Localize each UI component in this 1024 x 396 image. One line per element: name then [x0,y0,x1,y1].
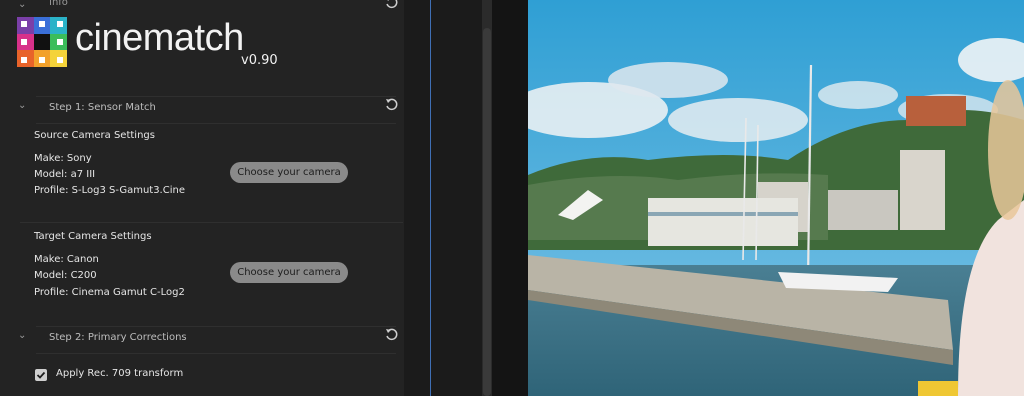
panel-divider [492,0,528,396]
step2-title: Step 2: Primary Corrections [49,332,187,343]
target-make: Make: Canon [34,254,99,265]
logo-text-bold: match [142,17,244,59]
reset-icon[interactable] [385,328,399,342]
chevron-down-icon[interactable]: ⌄ [18,0,28,10]
version-label: v0.90 [241,53,278,68]
source-model: Model: a7 III [34,169,96,180]
program-monitor-preview[interactable] [528,0,1024,396]
rec709-label: Apply Rec. 709 transform [56,368,184,379]
rec709-checkbox[interactable] [35,369,47,381]
source-settings-heading: Source Camera Settings [34,130,155,141]
choose-target-camera-button[interactable]: Choose your camera [230,262,348,283]
source-make: Make: Sony [34,153,92,164]
reset-icon[interactable] [385,98,399,112]
checkmark-icon [36,371,46,379]
scrollbar-thumb[interactable] [483,28,491,396]
chevron-down-icon[interactable]: ⌄ [18,101,28,111]
source-profile: Profile: S-Log3 S-Gamut3.Cine [34,185,185,196]
reset-icon[interactable] [385,0,399,10]
effect-controls-panel: ⌄ Info cinematch v0.90 ⌄ Step 1: Sensor … [0,0,404,396]
target-settings-heading: Target Camera Settings [34,231,152,242]
target-model: Model: C200 [34,270,97,281]
playhead-line[interactable] [430,0,431,396]
target-profile: Profile: Cinema Gamut C-Log2 [34,287,185,298]
logo-text-light: cine [75,17,143,59]
cinematch-logo-icon [17,17,67,67]
info-label: Info [49,0,68,8]
choose-source-camera-button[interactable]: Choose your camera [230,162,348,183]
step1-title: Step 1: Sensor Match [49,102,156,113]
logo-wordmark: cinematch [75,16,244,60]
divider [20,222,403,223]
chevron-down-icon[interactable]: ⌄ [18,331,28,341]
